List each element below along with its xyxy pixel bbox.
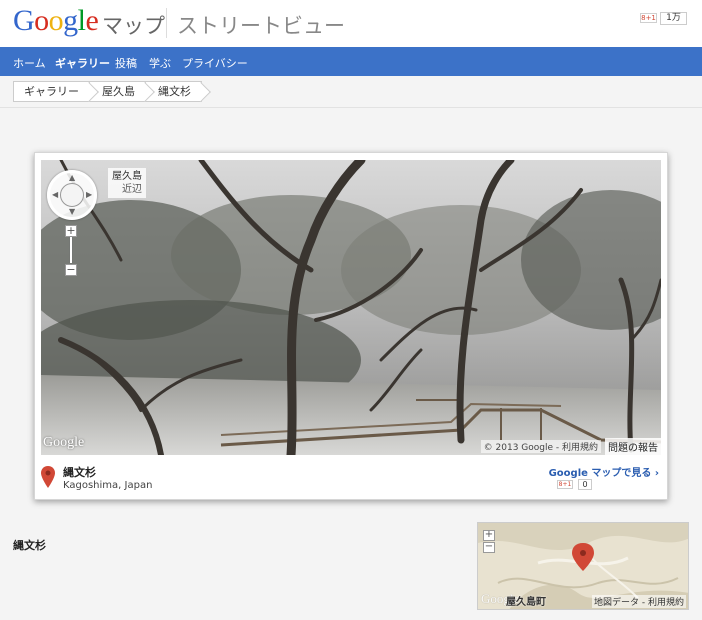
map-pin-icon (41, 466, 55, 488)
streetview-card: ▲ ▼ ◀ ▶ + − 屋久島 近辺 Google © 2013 Google … (34, 152, 668, 500)
section-title: ストリートビュー (177, 14, 345, 38)
pan-control[interactable]: ▲ ▼ ◀ ▶ (47, 170, 97, 220)
logo-letter: e (85, 4, 99, 37)
gplus-button[interactable]: 8+1 (640, 13, 657, 23)
place-address: Kagoshima, Japan (63, 480, 153, 491)
logo-letter: o (48, 4, 64, 37)
panorama-image (41, 160, 661, 455)
zoom-in-button[interactable]: + (65, 225, 77, 237)
header-divider (166, 8, 167, 38)
logo-letter: g (63, 4, 78, 37)
page-title: 縄文杉 (13, 539, 46, 552)
location-label: 屋久島 近辺 (108, 168, 146, 198)
logo-letter: l (77, 4, 86, 37)
view-in-maps-link[interactable]: Google マップで見る › (549, 464, 659, 479)
pan-center (60, 183, 84, 207)
nav-item-contribute[interactable]: 投稿 (115, 55, 137, 71)
pan-left-icon[interactable]: ◀ (52, 191, 58, 199)
nav-item-gallery[interactable]: ギャラリー (55, 55, 110, 71)
mini-map[interactable]: + − Google 屋久島町 地図データ - 利用規約 (477, 522, 689, 610)
pan-right-icon[interactable]: ▶ (86, 191, 92, 199)
breadcrumb-item-gallery[interactable]: ギャラリー (13, 81, 90, 102)
nav-item-privacy[interactable]: プライバシー (182, 55, 248, 71)
breadcrumb: ギャラリー 屋久島 縄文杉 (13, 81, 202, 102)
panorama-viewer[interactable]: ▲ ▼ ◀ ▶ + − 屋久島 近辺 Google © 2013 Google … (41, 160, 661, 455)
google-watermark: Google (43, 435, 85, 450)
nav-item-learn[interactable]: 学ぶ (149, 55, 171, 71)
gplus-button[interactable]: 8+1 (557, 480, 573, 489)
zoom-out-button[interactable]: − (65, 264, 77, 276)
main-nav: ホーム ギャラリー 投稿 学ぶ プライバシー (0, 47, 702, 76)
product-name[interactable]: マップ (102, 10, 165, 40)
pan-down-icon[interactable]: ▼ (69, 208, 75, 216)
town-label: 屋久島町 (506, 597, 546, 608)
map-zoom-in-button[interactable]: + (483, 530, 495, 541)
location-title: 屋久島 (112, 171, 142, 182)
logo-letter: o (34, 4, 49, 37)
pan-up-icon[interactable]: ▲ (69, 174, 75, 182)
logo-letter: G (13, 4, 35, 37)
report-problem-link[interactable]: 問題の報告 (605, 438, 661, 455)
map-zoom-out-button[interactable]: − (483, 542, 495, 553)
gplus-count: 1万 (660, 12, 687, 25)
location-sub: 近辺 (122, 184, 142, 195)
place-name: 縄文杉 (63, 466, 96, 479)
map-data-link[interactable]: 地図データ - 利用規約 (592, 595, 686, 608)
zoom-slider[interactable] (70, 237, 72, 263)
breadcrumb-bar: ギャラリー 屋久島 縄文杉 (0, 76, 702, 108)
nav-item-home[interactable]: ホーム (13, 55, 46, 71)
google-logo[interactable]: Google (13, 4, 99, 38)
copyright-text[interactable]: © 2013 Google - 利用規約 (480, 440, 601, 453)
app-header: Google マップ ストリートビュー 8+1 1万 (0, 0, 702, 47)
gplus-count: 0 (578, 479, 592, 490)
